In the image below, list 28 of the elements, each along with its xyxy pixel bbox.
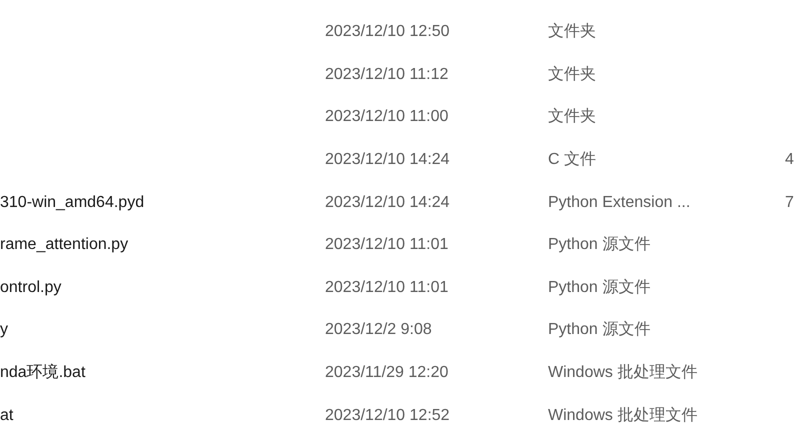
modified-date: 2023/12/10 11:00 <box>325 108 448 126</box>
file-type: Windows 批处理文件 <box>548 364 698 382</box>
file-type: Python 源文件 <box>548 278 650 296</box>
modified-date: 2023/12/10 14:24 <box>325 194 450 211</box>
file-type: 文件夹 <box>548 66 596 83</box>
file-name: rame_attention.py <box>0 236 128 254</box>
file-name: at <box>0 406 14 424</box>
file-size: 7 <box>785 194 794 211</box>
modified-date: 2023/12/10 11:01 <box>325 236 448 254</box>
file-type: C 文件 <box>548 151 596 168</box>
file-type: 文件夹 <box>548 108 596 126</box>
modified-date: 2023/12/10 11:01 <box>325 278 448 296</box>
modified-date: 2023/12/2 9:08 <box>325 321 432 338</box>
file-type: Python 源文件 <box>548 236 650 254</box>
file-name: y <box>0 321 8 338</box>
modified-date: 2023/12/10 11:12 <box>325 66 448 83</box>
file-type: Python 源文件 <box>548 321 650 338</box>
modified-date: 2023/11/29 12:20 <box>325 364 448 382</box>
file-name: nda环境.bat <box>0 364 86 382</box>
file-name: ontrol.py <box>0 278 62 296</box>
file-size: 4 <box>785 151 794 168</box>
modified-date: 2023/12/10 14:24 <box>325 151 450 168</box>
file-type: 文件夹 <box>548 23 596 40</box>
file-name: 310-win_amd64.pyd <box>0 194 144 211</box>
file-type: Python Extension ... <box>548 194 690 211</box>
file-type: Windows 批处理文件 <box>548 406 698 424</box>
modified-date: 2023/12/10 12:52 <box>325 406 450 424</box>
modified-date: 2023/12/10 12:50 <box>325 23 450 40</box>
